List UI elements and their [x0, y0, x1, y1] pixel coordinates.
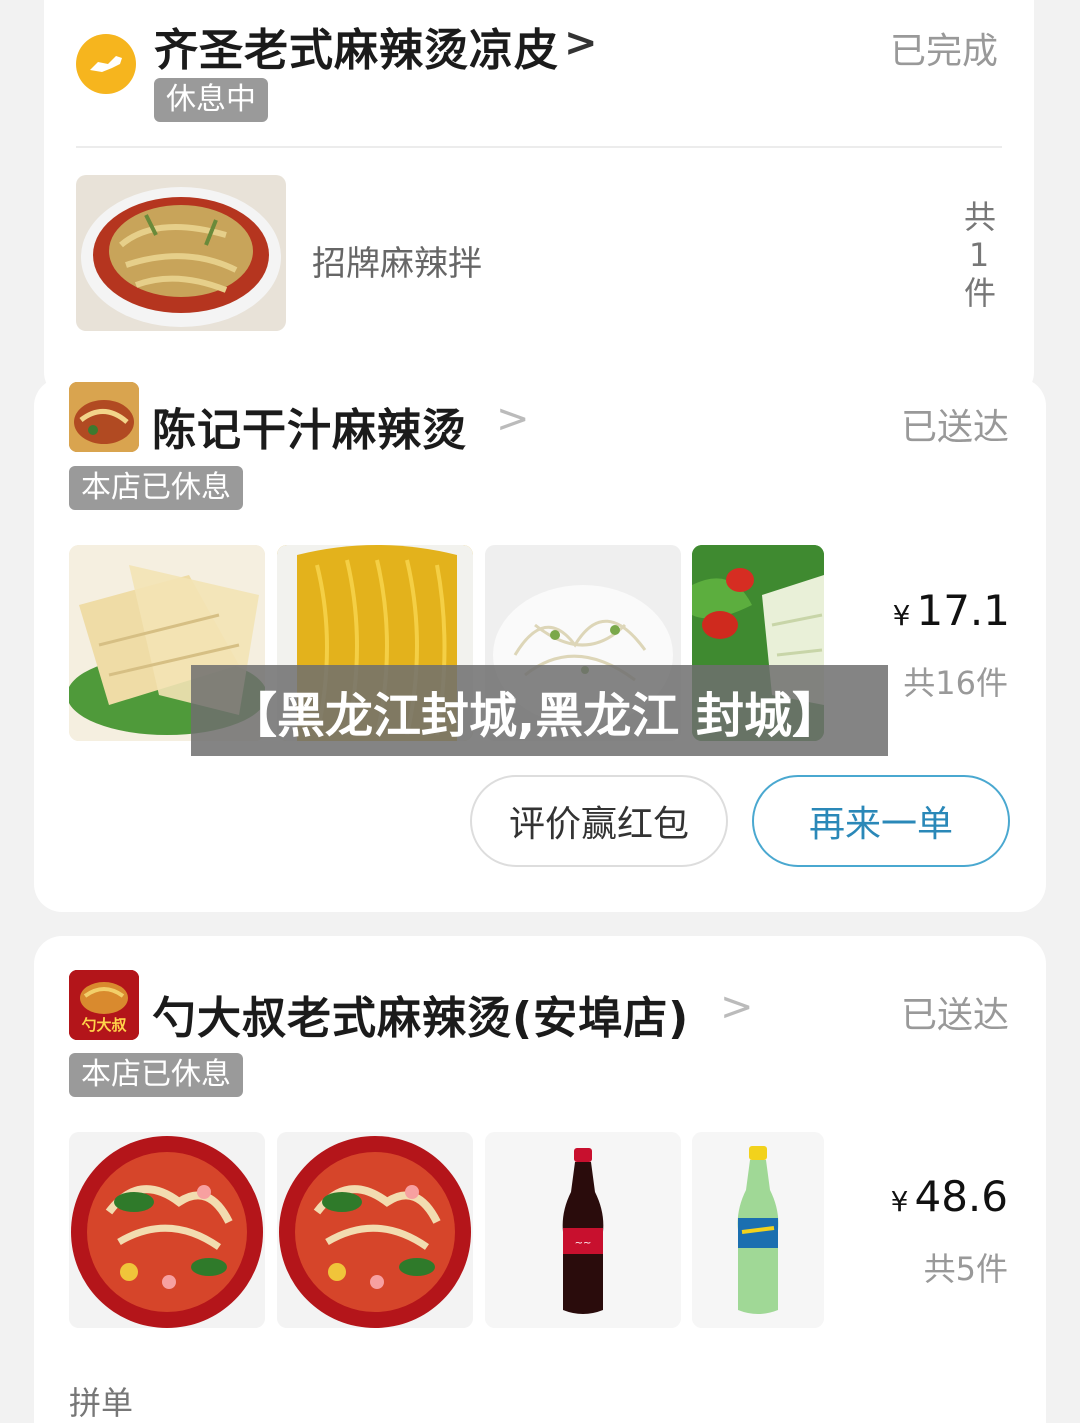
product-thumbnail[interactable] [277, 1132, 473, 1328]
chevron-right-icon[interactable]: > [496, 396, 530, 442]
logo-text: 勺大叔 [81, 1016, 127, 1034]
count-prefix: 共 [964, 198, 997, 236]
chevron-right-icon[interactable]: > [720, 984, 754, 1030]
order-card-2[interactable]: 陈记干汁麻辣烫 > 已送达 本店已休息 ¥ 17.1 共16件 评价赢红包 再来… [34, 378, 1046, 912]
shop-name[interactable]: 陈记干汁麻辣烫 [152, 394, 467, 458]
svg-text:~~: ~~ [575, 1238, 592, 1249]
order-status: 已完成 [890, 31, 999, 72]
shop-logo-icon[interactable] [76, 34, 136, 94]
item-count: 共5件 [923, 1250, 1008, 1288]
shop-name[interactable]: 齐圣老式麻辣烫凉皮 [154, 14, 559, 78]
price-value: 17.1 [916, 586, 1010, 635]
order-status: 已送达 [901, 995, 1010, 1036]
chevron-right-icon[interactable]: > [564, 20, 598, 66]
product-name: 招牌麻辣拌 [312, 244, 482, 284]
shop-logo[interactable]: 勺大叔 [69, 970, 139, 1040]
order-total: ¥17.1 [893, 586, 1010, 635]
review-button[interactable]: 评价赢红包 [470, 775, 728, 867]
group-order-label: 拼单 [69, 1384, 134, 1422]
item-count: 共 1 件 [964, 198, 997, 312]
currency-symbol: ¥ [892, 599, 911, 632]
count-suffix: 件 [964, 274, 997, 312]
shop-status-badge: 本店已休息 [69, 466, 243, 510]
product-thumbnail[interactable] [76, 175, 286, 331]
shop-logo[interactable] [69, 382, 139, 452]
shop-status-badge: 本店已休息 [69, 1053, 243, 1097]
order-status: 已送达 [901, 407, 1010, 448]
product-thumbnail-sprite[interactable] [692, 1132, 824, 1328]
product-thumbnail[interactable] [69, 1132, 265, 1328]
order-card-1[interactable]: 齐圣老式麻辣烫凉皮 > 已完成 休息中 招牌麻辣拌 共 1 件 [44, 0, 1034, 400]
count-number: 1 [968, 236, 990, 274]
currency-symbol: ¥ [890, 1185, 909, 1218]
order-card-3[interactable]: 勺大叔 勺大叔老式麻辣烫(安埠店) > 已送达 本店已休息 ~~ ¥ 48.6 … [34, 936, 1046, 1423]
reorder-button[interactable]: 再来一单 [752, 775, 1010, 867]
watermark-banner: 【黑龙江封城,黑龙江 封城】 [191, 665, 888, 756]
order-total: ¥48.6 [891, 1172, 1008, 1221]
shop-name[interactable]: 勺大叔老式麻辣烫(安埠店) [152, 982, 689, 1046]
item-count: 共16件 [903, 664, 1008, 702]
shop-status-badge: 休息中 [154, 78, 268, 122]
product-thumbnail-cola[interactable]: ~~ [485, 1132, 681, 1328]
price-value: 48.6 [914, 1172, 1008, 1221]
divider [76, 146, 1002, 148]
